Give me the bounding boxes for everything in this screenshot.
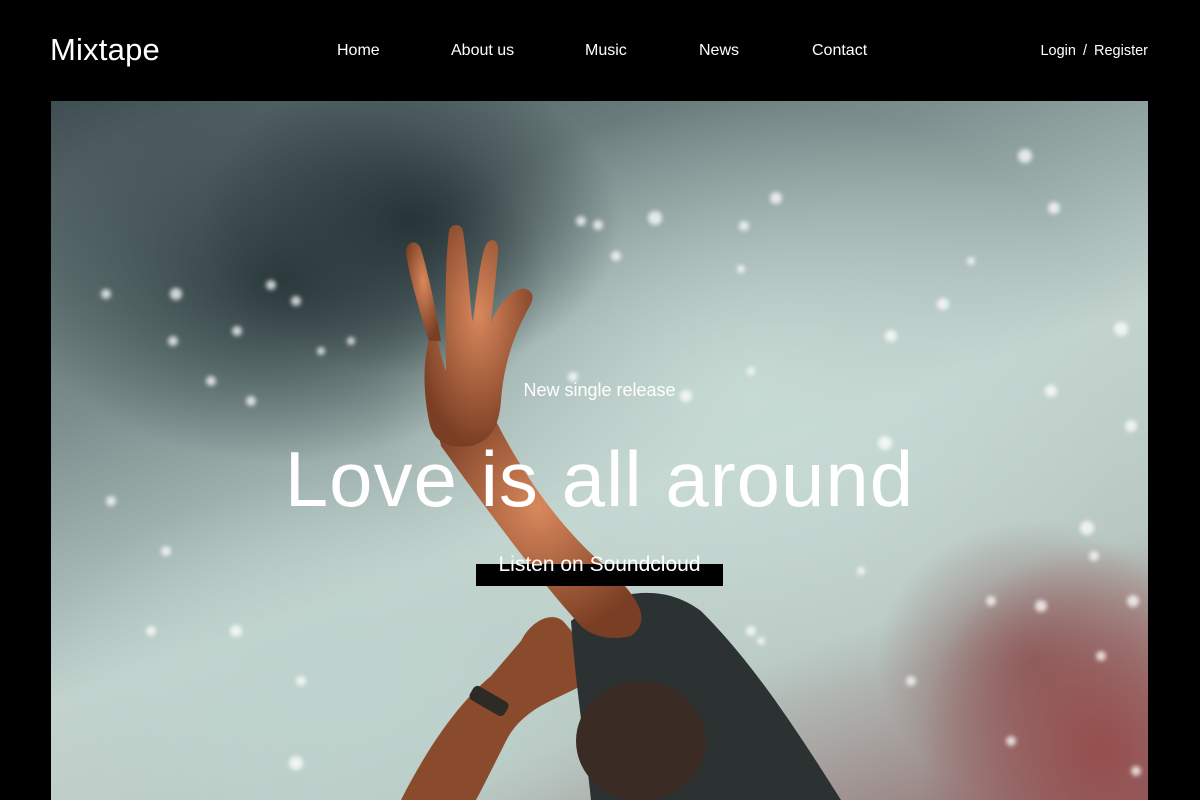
raised-hand xyxy=(424,225,533,447)
listen-on-soundcloud-button[interactable]: Listen on Soundcloud xyxy=(476,553,723,586)
hero-banner: New single release Love is all around Li… xyxy=(51,101,1148,800)
nav-item-music[interactable]: Music xyxy=(585,38,627,64)
auth-separator: / xyxy=(1082,43,1087,59)
hero-subtitle: New single release xyxy=(523,380,676,400)
listen-on-soundcloud-label: Listen on Soundcloud xyxy=(498,553,701,576)
person-head xyxy=(576,681,706,800)
nav-item-news[interactable]: News xyxy=(699,38,739,64)
nav-item-about-us[interactable]: About us xyxy=(451,38,514,64)
register-link[interactable]: Register xyxy=(1094,43,1148,59)
hero-title: Love is all around xyxy=(284,435,915,523)
nav-item-home[interactable]: Home xyxy=(311,38,401,66)
raised-hand-pinky xyxy=(406,242,441,341)
site-header: Mixtape Home About us Music News Contact… xyxy=(0,0,1200,100)
login-link[interactable]: Login xyxy=(1040,43,1075,59)
nav-item-contact[interactable]: Contact xyxy=(812,38,867,64)
site-logo[interactable]: Mixtape xyxy=(50,30,160,70)
auth-links: Login / Register xyxy=(1040,40,1148,62)
